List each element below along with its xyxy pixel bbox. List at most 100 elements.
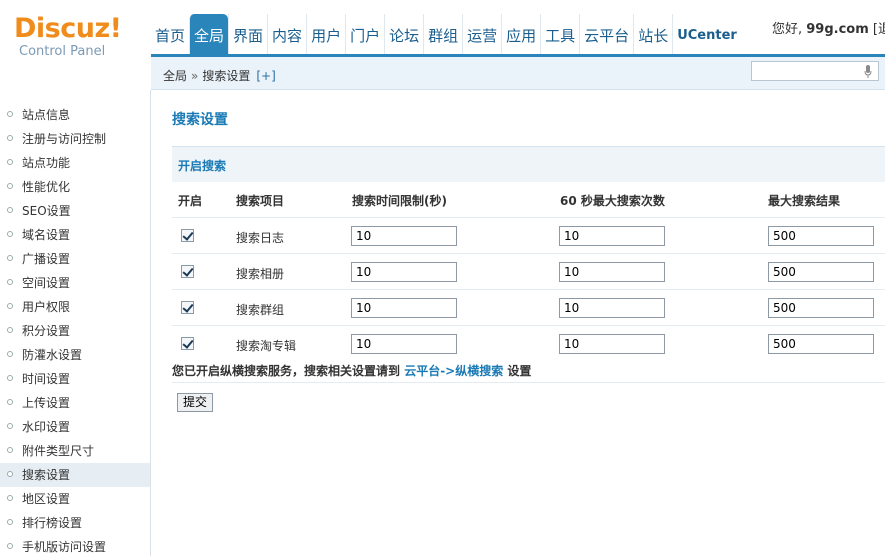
sidebar-item-label: 站点信息 [22,108,71,122]
sidebar-item-label: 附件类型尺寸 [22,444,95,458]
nav-groups[interactable]: 群组 [423,14,462,54]
max-results-input[interactable]: 500 [768,298,874,318]
sidebar-item-space[interactable]: 空间设置 [0,271,150,295]
cloud-search-link[interactable]: 云平台->纵横搜索 [404,364,503,378]
header-max-results: 最大搜索结果 [768,194,841,208]
time-limit-input[interactable]: 10 [351,334,457,354]
bullet-icon [7,279,13,285]
logo-title: Discuz! [14,13,122,44]
nav-forum[interactable]: 论坛 [384,14,423,54]
note-suffix: 设置 [503,364,532,378]
sidebar-item-attachment-size[interactable]: 附件类型尺寸 [0,439,150,463]
bullet-icon [7,351,13,357]
sidebar-item-search[interactable]: 搜索设置 [0,463,150,487]
header: Discuz! Control Panel 首页 全局 界面 内容 用户 门户 … [0,0,885,60]
nav-tools[interactable]: 工具 [540,14,579,54]
nav-portal[interactable]: 门户 [345,14,384,54]
table-row: 搜索群组 10 10 500 [172,290,885,326]
bullet-icon [7,135,13,141]
header-time-limit: 搜索时间限制(秒) [352,194,447,208]
sidebar-item-anti-spam[interactable]: 防灌水设置 [0,343,150,367]
nav-apps[interactable]: 应用 [501,14,540,54]
max-count-input[interactable]: 10 [559,334,665,354]
sidebar-item-region[interactable]: 地区设置 [0,487,150,511]
max-results-input[interactable]: 500 [768,334,874,354]
greeting-user[interactable]: 99g.com [806,22,869,37]
nav-webmaster[interactable]: 站长 [633,14,672,54]
breadcrumb-root[interactable]: 全局 [163,69,187,83]
enable-checkbox[interactable] [181,265,194,278]
max-count-input[interactable]: 10 [559,298,665,318]
sidebar-item-label: 排行榜设置 [22,516,83,530]
max-results-input[interactable]: 500 [768,226,874,246]
sidebar-item-watermark[interactable]: 水印设置 [0,415,150,439]
bullet-icon [7,231,13,237]
sidebar-item-seo[interactable]: SEO设置 [0,199,150,223]
enable-checkbox[interactable] [181,337,194,350]
sidebar-item-user-permissions[interactable]: 用户权限 [0,295,150,319]
header-item: 搜索项目 [236,194,285,208]
sidebar-item-label: 手机版访问设置 [22,540,107,554]
sidebar-item-site-features[interactable]: 站点功能 [0,151,150,175]
enable-checkbox[interactable] [181,229,194,242]
search-input[interactable] [751,61,879,81]
microphone-icon[interactable] [864,65,872,78]
sidebar-item-credits[interactable]: 积分设置 [0,319,150,343]
nav-operations[interactable]: 运营 [462,14,501,54]
bullet-icon [7,255,13,261]
sidebar-item-label: 积分设置 [22,324,71,338]
submit-button[interactable]: 提交 [177,393,213,412]
sidebar-item-registration[interactable]: 注册与访问控制 [0,127,150,151]
sidebar-item-broadcast[interactable]: 广播设置 [0,247,150,271]
sidebar-item-label: 用户权限 [22,300,71,314]
note-prefix: 您已开启纵横搜索服务，搜索相关设置请到 [172,364,405,378]
bullet-icon [7,327,13,333]
nav-global[interactable]: 全局 [189,14,229,54]
user-greeting: 您好, 99g.com [退 [772,18,885,37]
bullet-icon [7,183,13,189]
sidebar-item-label: 广播设置 [22,252,71,266]
nav-content[interactable]: 内容 [267,14,306,54]
bullet-icon [7,303,13,309]
sidebar-item-time[interactable]: 时间设置 [0,367,150,391]
max-count-input[interactable]: 10 [559,226,665,246]
nav-interface[interactable]: 界面 [228,14,267,54]
nav-users[interactable]: 用户 [306,14,345,54]
bullet-icon [7,207,13,213]
max-count-input[interactable]: 10 [559,262,665,282]
table-row: 搜索相册 10 10 500 [172,254,885,290]
logout-link[interactable]: [退 [869,22,885,37]
nav-ucenter[interactable]: UCenter [672,14,741,54]
table-row: 搜索日志 10 10 500 [172,218,885,254]
top-nav: 首页 全局 界面 内容 用户 门户 论坛 群组 运营 应用 工具 云平台 站长 … [151,14,741,54]
add-to-menu-link[interactable]: [+] [256,69,275,83]
bullet-icon [7,447,13,453]
time-limit-input[interactable]: 10 [351,298,457,318]
sidebar-item-ranking[interactable]: 排行榜设置 [0,511,150,535]
max-results-input[interactable]: 500 [768,262,874,282]
sidebar-item-upload[interactable]: 上传设置 [0,391,150,415]
time-limit-input[interactable]: 10 [351,226,457,246]
bullet-icon [7,399,13,405]
sidebar-item-label: 时间设置 [22,372,71,386]
breadcrumb-bar: 全局 » 搜索设置 [+] [151,54,885,90]
sidebar-item-label: 地区设置 [22,492,71,506]
search-item-name: 搜索群组 [236,303,285,317]
enable-checkbox[interactable] [181,301,194,314]
nav-home[interactable]: 首页 [151,14,189,54]
sidebar-item-performance[interactable]: 性能优化 [0,175,150,199]
bullet-icon [7,375,13,381]
time-limit-input[interactable]: 10 [351,262,457,282]
sidebar-item-mobile[interactable]: 手机版访问设置 [0,535,150,556]
sidebar-item-label: 注册与访问控制 [22,132,107,146]
search-item-name: 搜索淘专辑 [236,339,297,353]
breadcrumb-separator: » [191,69,199,83]
greeting-prefix: 您好, [772,22,807,37]
sidebar-item-label: 域名设置 [22,228,71,242]
sidebar-item-label: 性能优化 [22,180,71,194]
nav-cloud[interactable]: 云平台 [579,14,633,54]
discuz-logo[interactable]: Discuz! Control Panel [14,14,154,60]
sidebar-item-domain[interactable]: 域名设置 [0,223,150,247]
search-item-name: 搜索相册 [236,267,285,281]
sidebar-item-site-info[interactable]: 站点信息 [0,103,150,127]
